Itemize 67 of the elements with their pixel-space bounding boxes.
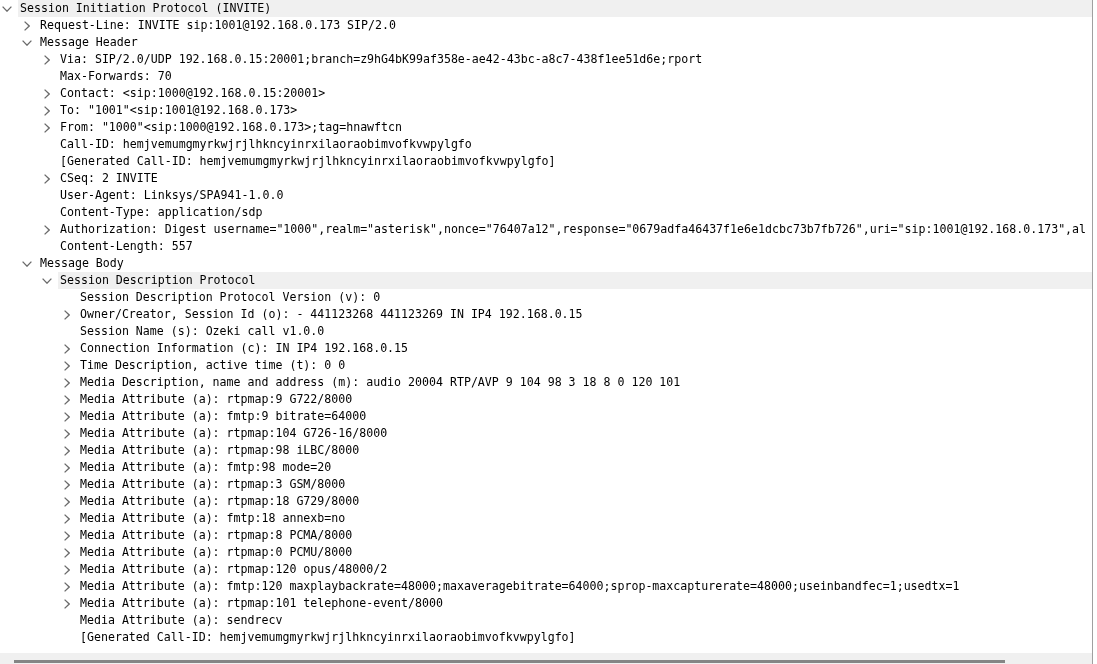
chevron-right-icon[interactable] — [64, 547, 70, 558]
chevron-right-icon[interactable] — [64, 343, 70, 354]
chevron-right-icon[interactable] — [64, 513, 70, 524]
tree-item[interactable]: Media Attribute (a): rtpmap:101 telephone-event/8000 — [78, 595, 443, 612]
tree-item[interactable]: Media Attribute (a): fmtp:18 annexb=no — [78, 510, 346, 527]
chevron-right-icon[interactable] — [64, 428, 70, 439]
tree-item[interactable]: Media Attribute (a): fmtp:9 bitrate=64000 — [78, 408, 367, 425]
tree-item[interactable]: Media Description, name and address (m): audio 20004 RTP/AVP 9 104 98 3 18 8 0 120 101 — [78, 374, 681, 391]
chevron-right-icon[interactable] — [64, 581, 70, 592]
chevron-right-icon[interactable] — [44, 54, 50, 65]
tree-item[interactable]: Message Header — [38, 34, 138, 51]
tree-item[interactable]: Session Name (s): Ozeki call v1.0.0 — [78, 323, 325, 340]
chevron-right-icon[interactable] — [64, 360, 70, 371]
tree-item[interactable]: Media Attribute (a): fmtp:98 mode=20 — [78, 459, 332, 476]
tree-item[interactable]: Session Initiation Protocol (INVITE) — [18, 0, 1092, 17]
tree-item[interactable]: Via: SIP/2.0/UDP 192.168.0.15:20001;branch=z9hG4bK99af358e-ae42-43bc-a8c7-438f1ee51d6e;rport — [58, 51, 703, 68]
tree-item[interactable]: Owner/Creator, Session Id (o): - 441123268 441123269 IN IP4 192.168.0.15 — [78, 306, 583, 323]
chevron-right-icon[interactable] — [64, 496, 70, 507]
tree-item[interactable]: Authorization: Digest username="1000",realm="asterisk",nonce="76407a12",response="0679adfa46437f1e6e1dcbc73b7fb726",uri="sip:1001@192.168.0.173",al — [58, 221, 1087, 238]
chevron-right-icon[interactable] — [64, 377, 70, 388]
tree-item[interactable]: User-Agent: Linksys/SPA941-1.0.0 — [58, 187, 284, 204]
chevron-down-icon[interactable] — [22, 260, 32, 267]
chevron-right-icon[interactable] — [64, 394, 70, 405]
tree-item[interactable]: Media Attribute (a): fmtp:120 maxplaybackrate=48000;maxaveragebitrate=64000;sprop-maxcapturerate=48000;useinbandfec=1;usedtx=1 — [78, 578, 960, 595]
tree-item[interactable]: Message Body — [38, 255, 124, 272]
tree-item[interactable]: Time Description, active time (t): 0 0 — [78, 357, 346, 374]
chevron-right-icon[interactable] — [64, 564, 70, 575]
chevron-right-icon[interactable] — [64, 530, 70, 541]
tree-item[interactable]: Request-Line: INVITE sip:1001@192.168.0.173 SIP/2.0 — [38, 17, 396, 34]
tree-item[interactable]: Media Attribute (a): rtpmap:0 PCMU/8000 — [78, 544, 353, 561]
tree-item[interactable]: Session Description Protocol — [58, 272, 1092, 289]
chevron-down-icon[interactable] — [42, 277, 52, 284]
chevron-right-icon[interactable] — [64, 462, 70, 473]
chevron-right-icon[interactable] — [44, 224, 50, 235]
tree-item[interactable]: Connection Information (c): IN IP4 192.168.0.15 — [78, 340, 409, 357]
tree-item[interactable]: Content-Type: application/sdp — [58, 204, 263, 221]
chevron-right-icon[interactable] — [64, 598, 70, 609]
tree-item[interactable]: Media Attribute (a): rtpmap:8 PCMA/8000 — [78, 527, 353, 544]
tree-item[interactable]: Session Description Protocol Version (v): 0 — [78, 289, 381, 306]
chevron-right-icon[interactable] — [64, 411, 70, 422]
chevron-right-icon[interactable] — [44, 88, 50, 99]
tree-item[interactable]: Max-Forwards: 70 — [58, 68, 172, 85]
scrollbar-thumb[interactable] — [14, 660, 1005, 663]
tree-item[interactable]: [Generated Call-ID: hemjvemumgmyrkwjrjlhkncyinrxilaoraobimvofkvwpylgfo] — [58, 153, 556, 170]
tree-item[interactable]: Media Attribute (a): rtpmap:104 G726-16/8000 — [78, 425, 388, 442]
chevron-right-icon[interactable] — [44, 105, 50, 116]
chevron-right-icon[interactable] — [24, 20, 30, 31]
tree-item[interactable]: Media Attribute (a): rtpmap:3 GSM/8000 — [78, 476, 346, 493]
tree-item[interactable]: Media Attribute (a): rtpmap:9 G722/8000 — [78, 391, 353, 408]
chevron-right-icon[interactable] — [64, 445, 70, 456]
tree-item[interactable]: Call-ID: hemjvemumgmyrkwjrjlhkncyinrxilaoraobimvofkvwpylgfo — [58, 136, 472, 153]
tree-item[interactable]: Media Attribute (a): rtpmap:18 G729/8000 — [78, 493, 360, 510]
tree-item[interactable]: From: "1000"<sip:1000@192.168.0.173>;tag=hnawftcn — [58, 119, 403, 136]
chevron-right-icon[interactable] — [64, 479, 70, 490]
tree-item[interactable]: Media Attribute (a): rtpmap:120 opus/48000/2 — [78, 561, 388, 578]
tree-item[interactable]: Media Attribute (a): rtpmap:98 iLBC/8000 — [78, 442, 360, 459]
tree-item[interactable]: CSeq: 2 INVITE — [58, 170, 158, 187]
tree-item[interactable]: To: "1001"<sip:1001@192.168.0.173> — [58, 102, 298, 119]
chevron-right-icon[interactable] — [44, 173, 50, 184]
chevron-right-icon[interactable] — [64, 309, 70, 320]
tree-item[interactable]: Content-Length: 557 — [58, 238, 193, 255]
tree-item[interactable]: Contact: <sip:1000@192.168.0.15:20001> — [58, 85, 326, 102]
tree-item[interactable]: [Generated Call-ID: hemjvemumgmyrkwjrjlhkncyinrxilaoraobimvofkvwpylgfo] — [78, 629, 576, 646]
tree-item[interactable]: Media Attribute (a): sendrecv — [78, 612, 283, 629]
chevron-right-icon[interactable] — [44, 122, 50, 133]
chevron-down-icon[interactable] — [22, 39, 32, 46]
chevron-down-icon[interactable] — [2, 5, 12, 12]
